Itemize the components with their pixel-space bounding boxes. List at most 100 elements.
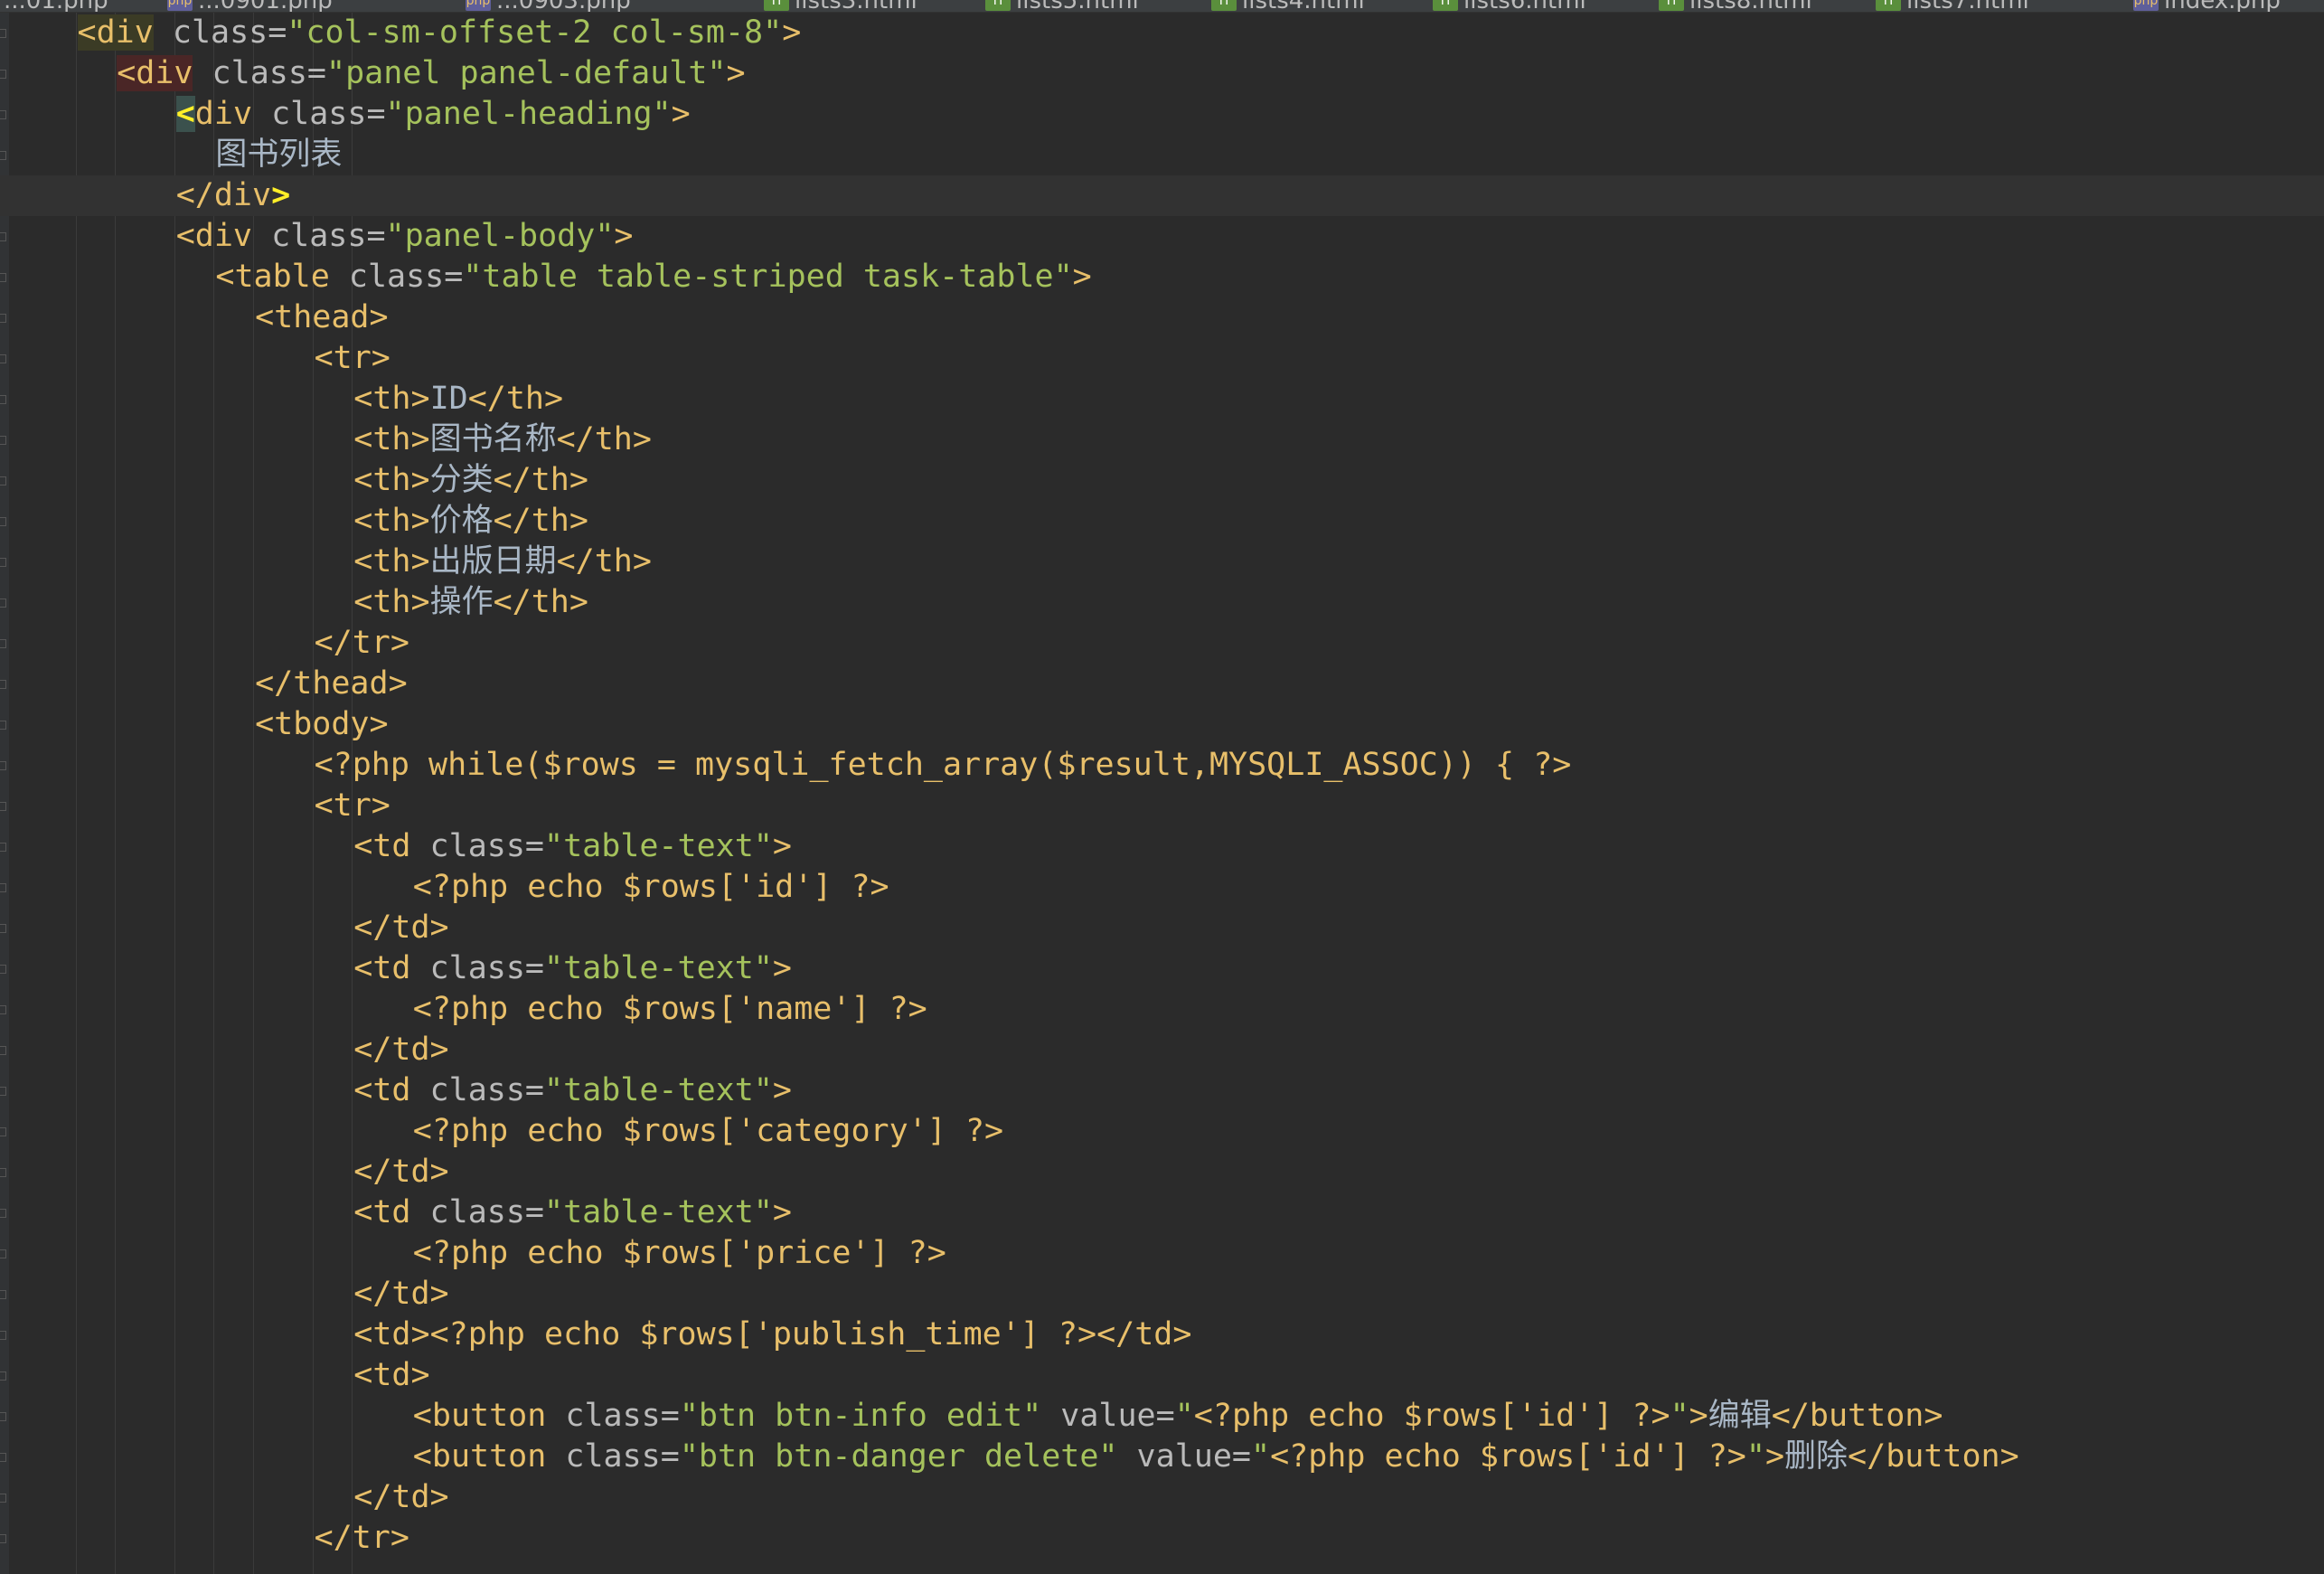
code-token: <td [353, 1194, 411, 1230]
code-line[interactable]: <div class="panel-heading"> [0, 94, 2324, 135]
code-token: class= [410, 950, 544, 986]
code-token: </td> [353, 910, 449, 946]
code-line[interactable]: </tr> [0, 623, 2324, 664]
code-token: </th> [493, 462, 588, 498]
code-line[interactable]: <?php echo $rows['id'] ?> [0, 867, 2324, 908]
code-line[interactable]: </div> [0, 175, 2324, 216]
code-token: </thead> [255, 665, 408, 702]
php-file-icon: php [2133, 0, 2159, 11]
code-token: class= [153, 14, 287, 51]
code-token: <th> [353, 503, 430, 539]
code-line[interactable]: <td class="table-text"> [0, 826, 2324, 867]
code-token: class= [410, 828, 544, 864]
code-token: class= [546, 1438, 680, 1475]
code-line[interactable]: <td><?php echo $rows['publish_time'] ?><… [0, 1315, 2324, 1355]
code-token: 价格 [429, 503, 494, 539]
code-line[interactable]: <?php while($rows = mysqli_fetch_array($… [0, 745, 2324, 786]
code-token: <th> [353, 543, 430, 580]
code-token: ID [429, 381, 468, 417]
code-token: <td [353, 1072, 411, 1108]
code-line[interactable]: </thead> [0, 664, 2324, 704]
code-token: > [1764, 1438, 1785, 1475]
code-editor[interactable]: <div class="col-sm-offset-2 col-sm-8"> <d… [0, 13, 2324, 1574]
html-file-icon: H [1211, 0, 1237, 11]
editor-tab[interactable]: php index.php [2133, 0, 2281, 12]
code-line[interactable]: <thead> [0, 297, 2324, 338]
code-token: <div [117, 55, 193, 91]
code-line[interactable]: <th>操作</th> [0, 582, 2324, 623]
code-token: <?php echo $rows['name'] ?> [412, 991, 927, 1027]
code-line[interactable]: 图书列表 [0, 135, 2324, 175]
code-line[interactable]: <div class="panel panel-default"> [0, 53, 2324, 94]
code-token: "table-text" [544, 1194, 773, 1230]
code-line[interactable]: <td class="table-text"> [0, 1070, 2324, 1111]
code-line[interactable]: <button class="btn btn-info edit" value=… [0, 1396, 2324, 1437]
code-token: class= [252, 218, 386, 254]
code-token: 编辑 [1708, 1398, 1772, 1434]
html-file-icon: H [1433, 0, 1458, 11]
code-line[interactable]: <?php echo $rows['category'] ?> [0, 1111, 2324, 1152]
code-token: </th> [556, 421, 652, 457]
code-line[interactable]: <tbody> [0, 704, 2324, 745]
editor-tab[interactable]: Hlists6.html [1433, 0, 1586, 12]
code-token: class= [329, 259, 464, 295]
code-token: </td> [353, 1032, 449, 1068]
code-line[interactable]: <div class="panel-body"> [0, 216, 2324, 257]
code-token: </th> [556, 543, 652, 580]
code-token: </th> [493, 503, 588, 539]
code-line[interactable]: </td> [0, 1274, 2324, 1315]
code-line[interactable]: </td> [0, 1030, 2324, 1070]
code-token: </div [175, 177, 272, 213]
code-line[interactable]: <td> [0, 1355, 2324, 1396]
editor-tab[interactable]: php ...0903.php [466, 0, 631, 12]
editor-tab[interactable]: Hlists4.html [1211, 0, 1365, 12]
code-line[interactable]: <th>价格</th> [0, 501, 2324, 542]
code-line[interactable]: <?php echo $rows['price'] ?> [0, 1233, 2324, 1274]
code-line[interactable]: </td> [0, 1152, 2324, 1192]
code-token: 分类 [429, 462, 494, 498]
tab-label: ...01.php [4, 0, 108, 12]
code-line[interactable]: <button class="btn btn-danger delete" va… [0, 1437, 2324, 1477]
code-token: < [175, 96, 195, 132]
tab-label: ...0903.php [496, 0, 631, 12]
code-line[interactable]: <td class="table-text"> [0, 1192, 2324, 1233]
code-line[interactable]: </td> [0, 1477, 2324, 1518]
code-token: class= [410, 1194, 544, 1230]
code-token: <th> [353, 584, 430, 620]
code-token: <th> [353, 381, 430, 417]
code-token: </button> [1771, 1398, 1943, 1434]
code-line[interactable]: <th>分类</th> [0, 460, 2324, 501]
code-line[interactable]: </tr> [0, 1518, 2324, 1559]
html-file-icon: H [1659, 0, 1684, 11]
code-line[interactable]: <td class="table-text"> [0, 948, 2324, 989]
code-token: </td> [353, 1154, 449, 1190]
editor-tab[interactable]: Hlists7.html [1876, 0, 2029, 12]
code-line[interactable]: <th>ID</th> [0, 379, 2324, 419]
code-line[interactable]: <th>出版日期</th> [0, 542, 2324, 582]
code-line[interactable]: <th>图书名称</th> [0, 419, 2324, 460]
code-token: value= [1041, 1398, 1175, 1434]
code-line[interactable]: <div class="col-sm-offset-2 col-sm-8"> [0, 13, 2324, 53]
code-token: "panel panel-default" [326, 55, 727, 91]
code-token: class= [546, 1398, 680, 1434]
code-token: <?php echo $rows['id'] ?> [1193, 1398, 1670, 1434]
editor-tab[interactable]: Hlists5.html [985, 0, 1139, 12]
code-token: > [671, 96, 691, 132]
code-token: "col-sm-offset-2 col-sm-8" [287, 14, 783, 51]
code-line[interactable]: <tr> [0, 338, 2324, 379]
tab-label: ...0901.php [198, 0, 333, 12]
editor-tab[interactable]: php ...0901.php [167, 0, 333, 12]
editor-tab[interactable]: php...01.php [0, 0, 108, 12]
editor-tab[interactable]: Hlists8.html [1659, 0, 1812, 12]
code-token: class= [252, 96, 386, 132]
code-token: > [614, 218, 634, 254]
code-token: value= [1117, 1438, 1251, 1475]
code-token: <th> [353, 421, 430, 457]
code-line[interactable]: </td> [0, 908, 2324, 948]
code-line[interactable]: <tr> [0, 786, 2324, 826]
editor-tab[interactable]: Hlists3.html [764, 0, 917, 12]
code-line[interactable]: <?php echo $rows['name'] ?> [0, 989, 2324, 1030]
code-token: " [1670, 1398, 1689, 1434]
code-token: <tr> [314, 787, 390, 824]
code-line[interactable]: <table class="table table-striped task-t… [0, 257, 2324, 297]
